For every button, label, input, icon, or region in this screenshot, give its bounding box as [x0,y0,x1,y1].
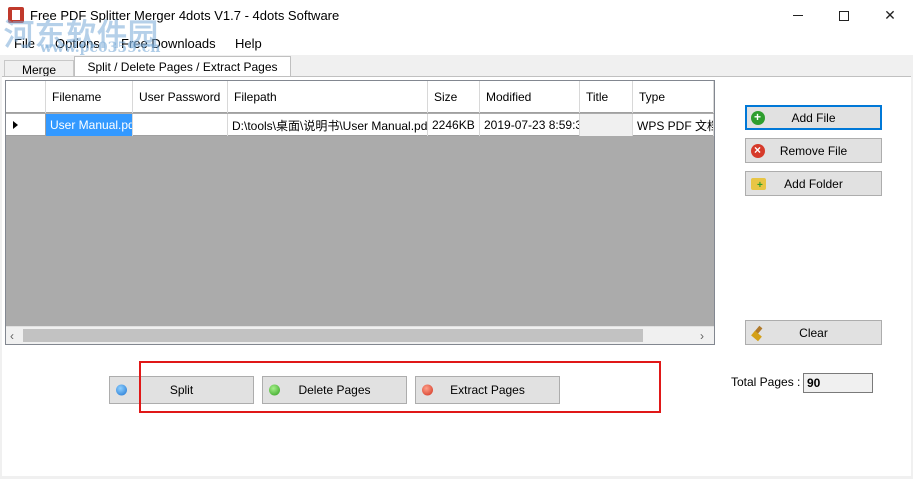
cell-type[interactable]: WPS PDF 文档 [633,114,714,136]
clear-label: Clear [799,325,828,340]
add-folder-label: Add Folder [784,176,843,191]
remove-file-button[interactable]: Remove File [745,138,882,163]
highlight-annotation-box [139,361,661,413]
current-row-arrow-icon [13,121,18,129]
file-grid[interactable]: Filename User Password Filepath Size Mod… [5,80,715,345]
maximize-icon [839,10,849,21]
horizontal-scrollbar[interactable]: ‹ › [6,326,714,344]
clear-button[interactable]: Clear [745,320,882,345]
add-file-label: Add File [791,110,836,125]
menu-free-downloads[interactable]: Free Downloads [121,36,216,51]
add-folder-button[interactable]: Add Folder [745,171,882,196]
scrollbar-thumb[interactable] [23,329,643,342]
row-header-corner [6,81,46,113]
table-row[interactable]: User Manual.pdf D:\tools\桌面\说明书\User Man… [6,114,714,136]
column-header-user-password[interactable]: User Password [133,81,228,113]
grid-header: Filename User Password Filepath Size Mod… [6,81,714,113]
cell-user-password[interactable] [133,114,228,136]
minimize-icon [793,15,803,16]
tab-strip: Merge Split / Delete Pages / Extract Pag… [0,55,913,78]
remove-file-label: Remove File [779,143,848,158]
cell-modified[interactable]: 2019-07-23 8:59:30 [480,114,580,136]
add-file-button[interactable]: Add File [745,105,882,130]
menu-help[interactable]: Help [235,36,262,51]
total-pages-label: Total Pages : [731,375,801,389]
column-header-size[interactable]: Size [428,81,480,113]
title-bar: Free PDF Splitter Merger 4dots V1.7 - 4d… [0,0,913,31]
minimize-button[interactable] [775,0,821,31]
column-header-filename[interactable]: Filename [46,81,133,113]
menu-bar: File Options Free Downloads Help [0,31,913,55]
remove-icon [751,143,765,158]
close-button[interactable]: ✕ [867,0,913,31]
column-header-filepath[interactable]: Filepath [228,81,428,113]
window-title: Free PDF Splitter Merger 4dots V1.7 - 4d… [30,8,340,23]
app-icon [8,7,24,23]
add-folder-icon [751,177,766,191]
cell-title[interactable] [580,114,633,136]
scroll-left-icon[interactable]: ‹ [10,330,20,342]
column-header-modified[interactable]: Modified [480,81,580,113]
blue-dot-icon [116,384,127,396]
row-header[interactable] [6,114,46,135]
scroll-right-icon[interactable]: › [700,330,710,342]
tab-split-delete-extract[interactable]: Split / Delete Pages / Extract Pages [74,56,291,78]
menu-file[interactable]: File [14,36,35,51]
maximize-button[interactable] [821,0,867,31]
cell-filename[interactable]: User Manual.pdf [46,114,133,136]
cell-filepath[interactable]: D:\tools\桌面\说明书\User Manual.pdf [228,114,428,136]
menu-options[interactable]: Options [55,36,100,51]
tab-merge[interactable]: Merge [4,60,74,77]
column-header-type[interactable]: Type [633,81,714,113]
column-header-title[interactable]: Title [580,81,633,113]
add-icon [751,110,765,125]
total-pages-field: 90 [803,373,873,393]
cell-size[interactable]: 2246KB [428,114,480,136]
broom-icon [751,326,765,340]
